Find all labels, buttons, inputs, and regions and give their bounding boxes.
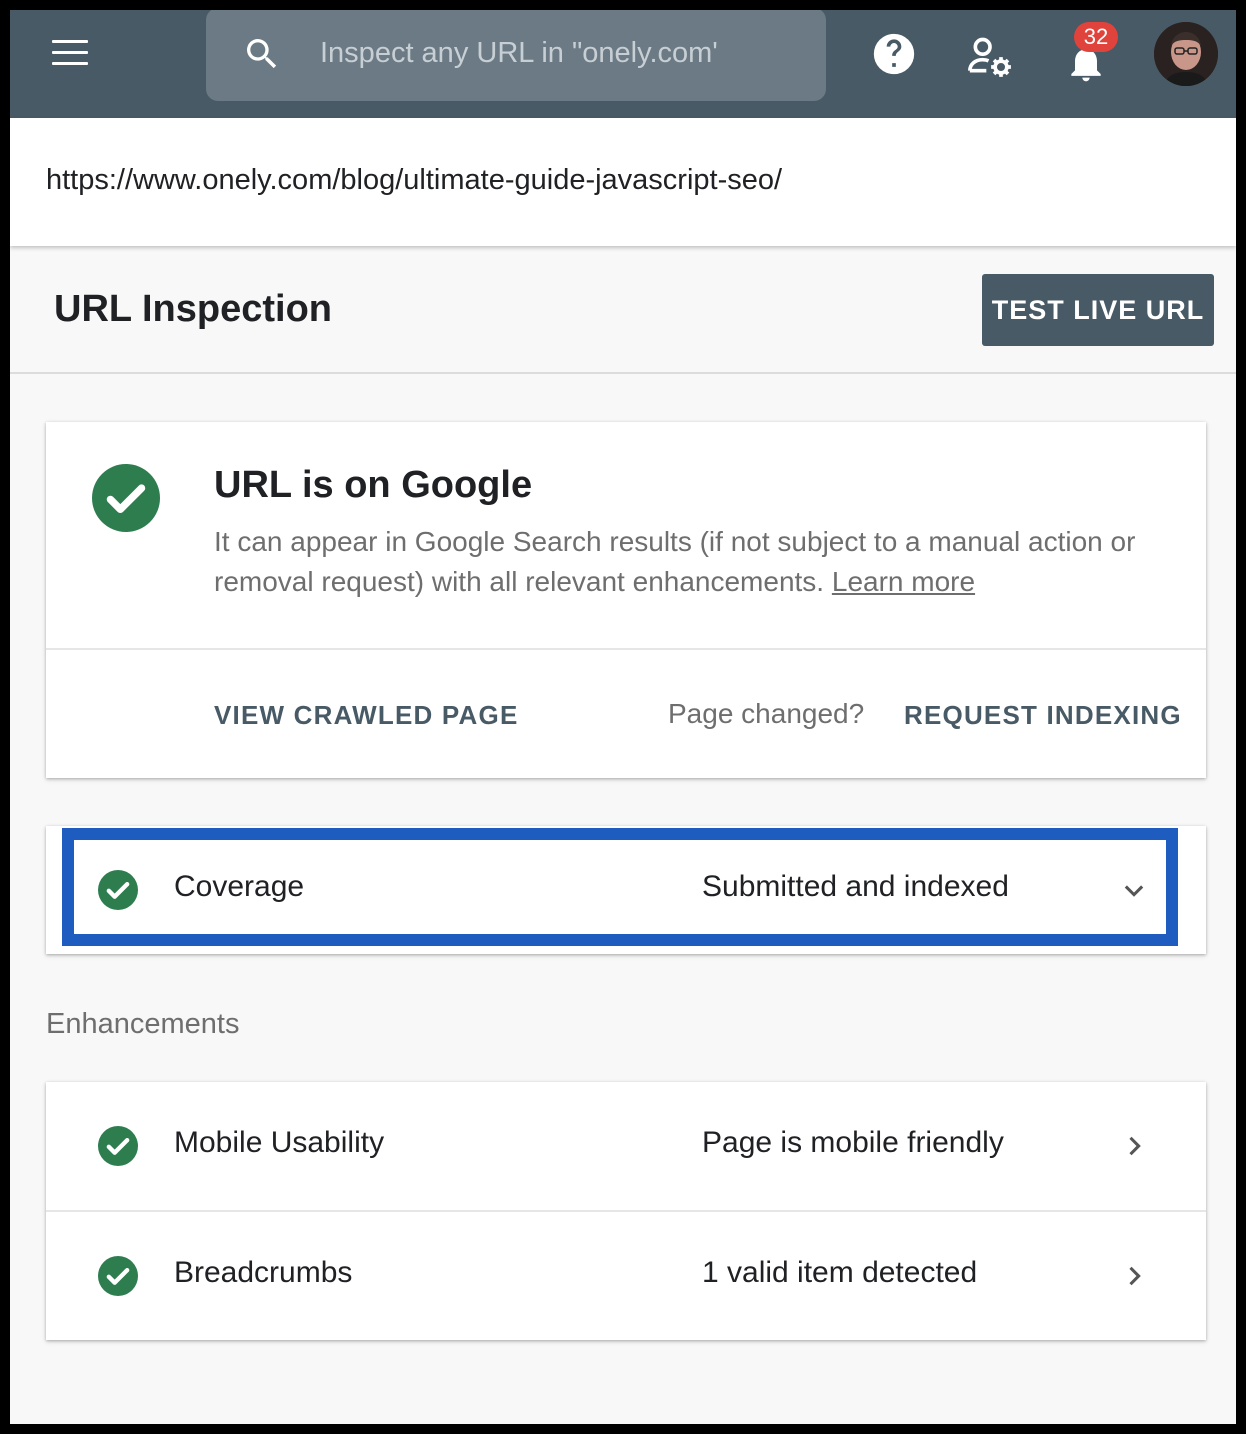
test-live-url-button[interactable]: TEST LIVE URL	[982, 274, 1214, 346]
highlight-box	[62, 828, 1178, 946]
check-circle-icon	[98, 1256, 138, 1296]
enhancement-row-breadcrumbs[interactable]: Breadcrumbs 1 valid item detected	[46, 1212, 1206, 1340]
enhancement-value: Page is mobile friendly	[702, 1126, 1004, 1159]
chevron-right-icon[interactable]	[1120, 1132, 1148, 1160]
page-changed-label: Page changed?	[668, 698, 865, 729]
user-avatar[interactable]	[1154, 22, 1218, 86]
notification-count-badge: 32	[1074, 22, 1118, 52]
coverage-card: Coverage Submitted and indexed	[46, 826, 1206, 954]
check-circle-icon	[92, 464, 160, 532]
enhancement-label: Mobile Usability	[174, 1126, 385, 1159]
page-title: URL Inspection	[54, 288, 332, 330]
search-icon	[247, 39, 277, 69]
index-status-title: URL is on Google	[214, 464, 533, 506]
chevron-right-icon[interactable]	[1120, 1262, 1148, 1290]
view-crawled-page-button[interactable]: VIEW CRAWLED PAGE	[214, 700, 518, 731]
status-description-text: It can appear in Google Search results (…	[214, 526, 1136, 597]
enhancement-value: 1 valid item detected	[702, 1256, 978, 1289]
top-app-bar: 32	[10, 10, 1236, 118]
search-input[interactable]	[320, 30, 800, 76]
inspected-url: https://www.onely.com/blog/ultimate-guid…	[46, 164, 783, 196]
card-divider	[46, 648, 1206, 650]
enhancements-card: Mobile Usability Page is mobile friendly…	[46, 1082, 1206, 1340]
app-frame: 32 https://www.onely.com/blog/ultimate-g…	[10, 10, 1236, 1424]
enhancement-label: Breadcrumbs	[174, 1256, 353, 1289]
check-circle-icon	[98, 1126, 138, 1166]
index-status-card: URL is on Google It can appear in Google…	[46, 422, 1206, 778]
help-icon[interactable]	[872, 32, 916, 76]
header-divider	[10, 372, 1236, 374]
enhancements-heading: Enhancements	[46, 1008, 240, 1040]
inspected-url-bar: https://www.onely.com/blog/ultimate-guid…	[10, 118, 1236, 246]
user-settings-icon[interactable]	[966, 34, 1014, 78]
request-indexing-button[interactable]: REQUEST INDEXING	[904, 700, 1182, 731]
index-status-description: It can appear in Google Search results (…	[214, 522, 1184, 602]
notifications-button[interactable]: 32	[1064, 22, 1118, 84]
enhancement-row-mobile-usability[interactable]: Mobile Usability Page is mobile friendly	[46, 1082, 1206, 1210]
avatar-photo	[1154, 22, 1218, 86]
hamburger-menu-icon[interactable]	[52, 40, 88, 68]
url-inspect-search[interactable]	[206, 10, 826, 101]
learn-more-link[interactable]: Learn more	[832, 566, 975, 597]
